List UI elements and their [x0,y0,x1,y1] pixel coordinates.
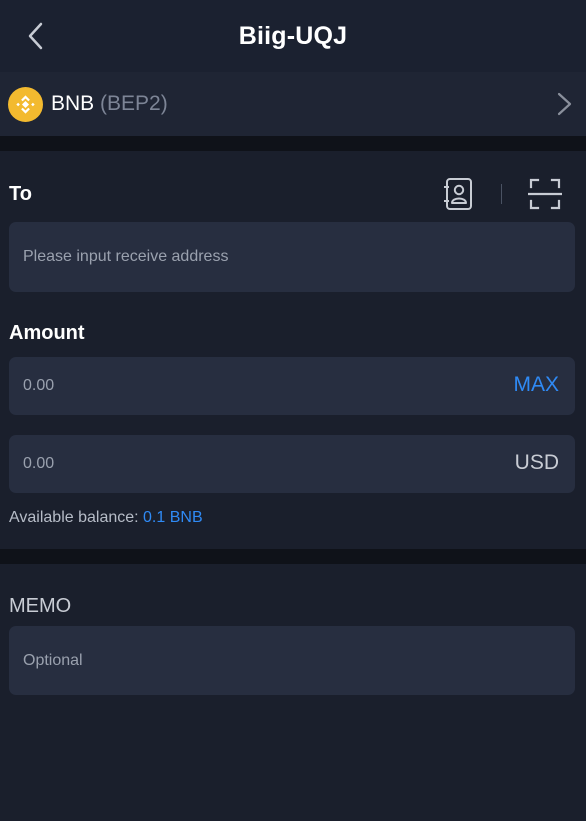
memo-label: MEMO [9,595,72,617]
crypto-amount-input[interactable] [9,357,429,415]
chevron-left-icon [28,22,43,50]
max-button[interactable]: MAX [513,373,559,397]
send-form: To Amount MAX USD Avail [0,151,586,549]
available-balance: Available balance: 0.1 BNB [9,509,203,527]
amount-label: Amount [9,322,85,344]
asset-selector[interactable]: BNB (BEP2) [0,72,586,136]
crypto-amount-field: MAX [9,357,575,415]
scan-icon [527,178,563,210]
section-divider [0,549,586,564]
page-title: Biig-UQJ [238,21,348,50]
currency-label: USD [514,451,559,474]
to-label: To [9,183,32,205]
memo-section: MEMO [0,564,586,821]
balance-value: 0.1 BNB [143,509,203,526]
address-book-icon [444,178,472,210]
receive-address-input[interactable] [9,222,575,292]
back-button[interactable] [18,18,54,54]
scan-button[interactable] [527,177,563,211]
asset-name: BNB (BEP2) [51,91,168,117]
balance-label: Available balance: [9,509,144,526]
asset-symbol: BNB [51,92,95,115]
header: Biig-UQJ [0,0,586,72]
toolbar-divider [501,184,502,204]
usd-amount-field: USD [9,435,575,493]
chevron-right-icon [557,92,572,116]
asset-network: (BEP2) [100,92,168,115]
memo-input[interactable] [9,626,575,695]
bnb-icon [8,87,43,122]
usd-amount-input[interactable] [9,435,429,493]
section-divider [0,136,586,151]
address-book-button[interactable] [443,177,475,211]
